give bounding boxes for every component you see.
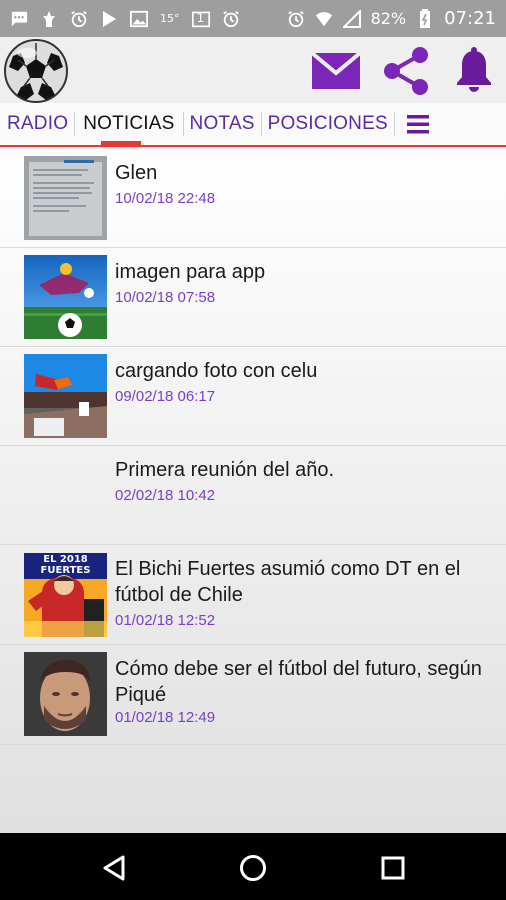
back-icon[interactable]	[94, 848, 134, 888]
battery-icon	[416, 8, 434, 28]
alarm-icon	[222, 10, 240, 28]
news-item[interactable]: Cómo debe ser el fútbol del futuro, segú…	[0, 645, 506, 745]
news-title: Glen	[115, 162, 158, 184]
news-date: 10/02/18 07:58	[115, 289, 216, 306]
soccer-ball-icon[interactable]	[1, 39, 71, 103]
tab-notas[interactable]: NOTAS	[184, 103, 261, 145]
wifi-icon	[315, 10, 333, 28]
tab-noticias-label: NOTICIAS	[83, 113, 175, 134]
news-thumbnail	[24, 354, 107, 438]
home-icon[interactable]	[233, 848, 273, 888]
news-item[interactable]: EL 2018 FUERTES El Bichi Fuertes asumió …	[0, 545, 506, 645]
news-thumbnail	[24, 652, 107, 736]
news-date: 02/02/18 10:42	[115, 487, 216, 504]
news-title: El Bichi Fuertes asumió como DT en el fú…	[115, 558, 461, 606]
tab-radio-label: RADIO	[7, 113, 69, 134]
tab-posiciones-label: POSICIONES	[267, 113, 388, 134]
notification-icon	[40, 10, 58, 28]
calendar-icon: 1	[191, 10, 210, 28]
tab-posiciones[interactable]: POSICIONES	[262, 103, 394, 145]
clock-text: 07:21	[444, 8, 496, 29]
news-item[interactable]: imagen para app 10/02/18 07:58	[0, 248, 506, 347]
alarm-icon	[287, 10, 305, 28]
menu-icon[interactable]	[395, 103, 441, 145]
share-icon[interactable]	[380, 45, 432, 97]
thumbnail-overlay-text: EL 2018 FUERTES	[40, 554, 91, 576]
status-bar: 15° 1 82% 07:21	[0, 0, 506, 37]
navigation-bar	[0, 833, 506, 900]
news-title: Primera reunión del año.	[115, 459, 335, 481]
news-item[interactable]: Primera reunión del año. 02/02/18 10:42	[0, 446, 506, 545]
battery-percent-text: 82%	[370, 9, 407, 28]
news-list: Glen 10/02/18 22:48 imagen para app 10/0…	[0, 149, 506, 833]
image-icon	[130, 10, 148, 28]
status-right: 82% 07:21	[287, 8, 496, 29]
news-thumbnail	[24, 156, 107, 240]
news-item[interactable]: Glen 10/02/18 22:48	[0, 149, 506, 248]
news-thumbnail: EL 2018 FUERTES	[24, 553, 107, 637]
news-date: 01/02/18 12:52	[115, 612, 216, 629]
news-date: 09/02/18 06:17	[115, 388, 216, 405]
temperature-text: 15°	[160, 12, 180, 25]
news-date: 01/02/18 12:49	[115, 709, 216, 726]
recents-icon[interactable]	[373, 848, 413, 888]
app-bar	[0, 37, 506, 103]
news-item[interactable]: cargando foto con celu 09/02/18 06:17	[0, 347, 506, 446]
mail-icon[interactable]	[310, 45, 362, 97]
news-title: imagen para app	[115, 261, 266, 283]
tab-bar: RADIO NOTICIAS NOTAS POSICIONES	[0, 103, 506, 147]
tab-radio[interactable]: RADIO	[0, 103, 74, 145]
tab-notas-label: NOTAS	[189, 113, 255, 134]
calendar-day-text: 1	[196, 10, 205, 25]
alarm-icon	[70, 10, 88, 28]
news-thumbnail	[24, 255, 107, 339]
news-title: cargando foto con celu	[115, 360, 318, 382]
news-date: 10/02/18 22:48	[115, 190, 216, 207]
bell-icon[interactable]	[448, 45, 500, 97]
tab-noticias[interactable]: NOTICIAS	[75, 103, 182, 147]
status-left: 15° 1	[10, 10, 240, 28]
message-icon	[10, 10, 28, 28]
news-title: Cómo debe ser el fútbol del futuro, segú…	[115, 658, 482, 706]
signal-icon	[342, 9, 361, 28]
play-icon	[100, 10, 118, 28]
